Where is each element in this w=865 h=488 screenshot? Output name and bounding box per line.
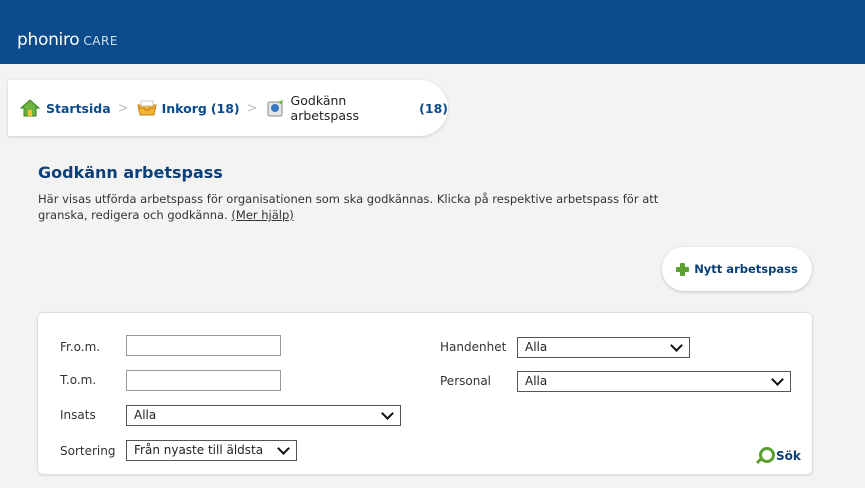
insats-select-value: Alla bbox=[134, 408, 157, 422]
breadcrumb-current-count: (18) bbox=[419, 100, 448, 116]
to-label: T.o.m. bbox=[60, 373, 97, 387]
breadcrumb-current: Godkänn arbetspass (18) bbox=[265, 93, 448, 123]
sort-select-value: Från nyaste till äldsta bbox=[134, 443, 264, 457]
search-button-label: Sök bbox=[776, 449, 801, 463]
logo-main-text: phoniro bbox=[17, 30, 80, 50]
chevron-down-icon bbox=[277, 442, 290, 455]
handenhet-label: Handenhet bbox=[440, 340, 507, 354]
breadcrumb-inbox-count: (18) bbox=[210, 100, 240, 116]
breadcrumb: Startsida > Inkorg (18) > Godkänn arbets… bbox=[8, 80, 448, 136]
breadcrumb-home-label: Startsida bbox=[46, 100, 111, 116]
search-button[interactable]: Sök bbox=[755, 447, 801, 465]
personal-select-value: Alla bbox=[525, 374, 548, 388]
plus-icon bbox=[676, 262, 690, 276]
breadcrumb-inbox-label: Inkorg bbox=[161, 100, 207, 116]
breadcrumb-separator: > bbox=[246, 100, 258, 116]
sort-label: Sortering bbox=[60, 444, 116, 458]
personal-label: Personal bbox=[440, 374, 492, 388]
breadcrumb-current-label: Godkänn arbetspass bbox=[290, 93, 360, 123]
to-date-input[interactable] bbox=[126, 370, 281, 391]
new-shift-button-label: Nytt arbetspass bbox=[694, 262, 798, 276]
chevron-down-icon bbox=[771, 373, 784, 386]
inbox-icon bbox=[136, 99, 157, 117]
chevron-down-icon bbox=[381, 407, 394, 420]
from-label: Fr.o.m. bbox=[60, 340, 101, 354]
breadcrumb-separator: > bbox=[117, 100, 129, 116]
insats-label: Insats bbox=[60, 408, 96, 422]
search-icon bbox=[755, 447, 775, 465]
breadcrumb-home[interactable]: Startsida bbox=[19, 99, 111, 117]
new-shift-button[interactable]: Nytt arbetspass bbox=[662, 247, 812, 291]
insats-select[interactable]: Alla bbox=[126, 405, 401, 426]
personal-select[interactable]: Alla bbox=[517, 371, 791, 392]
help-link[interactable]: (Mer hjälp) bbox=[231, 208, 293, 222]
page-description: Här visas utförda arbetspass för organis… bbox=[38, 191, 698, 223]
approve-shift-icon bbox=[265, 99, 285, 117]
page-title: Godkänn arbetspass bbox=[38, 163, 223, 182]
from-date-input[interactable] bbox=[126, 335, 281, 356]
chevron-down-icon bbox=[670, 339, 683, 352]
handenhet-select-value: Alla bbox=[525, 340, 548, 354]
home-icon bbox=[19, 99, 41, 117]
filter-panel: Fr.o.m. T.o.m. Insats Alla Sortering Frå… bbox=[37, 312, 813, 475]
page-description-text: Här visas utförda arbetspass för organis… bbox=[38, 192, 659, 222]
app-logo[interactable]: phoniro CARE bbox=[17, 30, 118, 50]
sort-select[interactable]: Från nyaste till äldsta bbox=[126, 440, 297, 461]
logo-sub-text: CARE bbox=[83, 34, 118, 48]
handenhet-select[interactable]: Alla bbox=[517, 337, 690, 358]
breadcrumb-inbox[interactable]: Inkorg (18) bbox=[136, 99, 240, 117]
top-bar: phoniro CARE bbox=[0, 0, 865, 64]
